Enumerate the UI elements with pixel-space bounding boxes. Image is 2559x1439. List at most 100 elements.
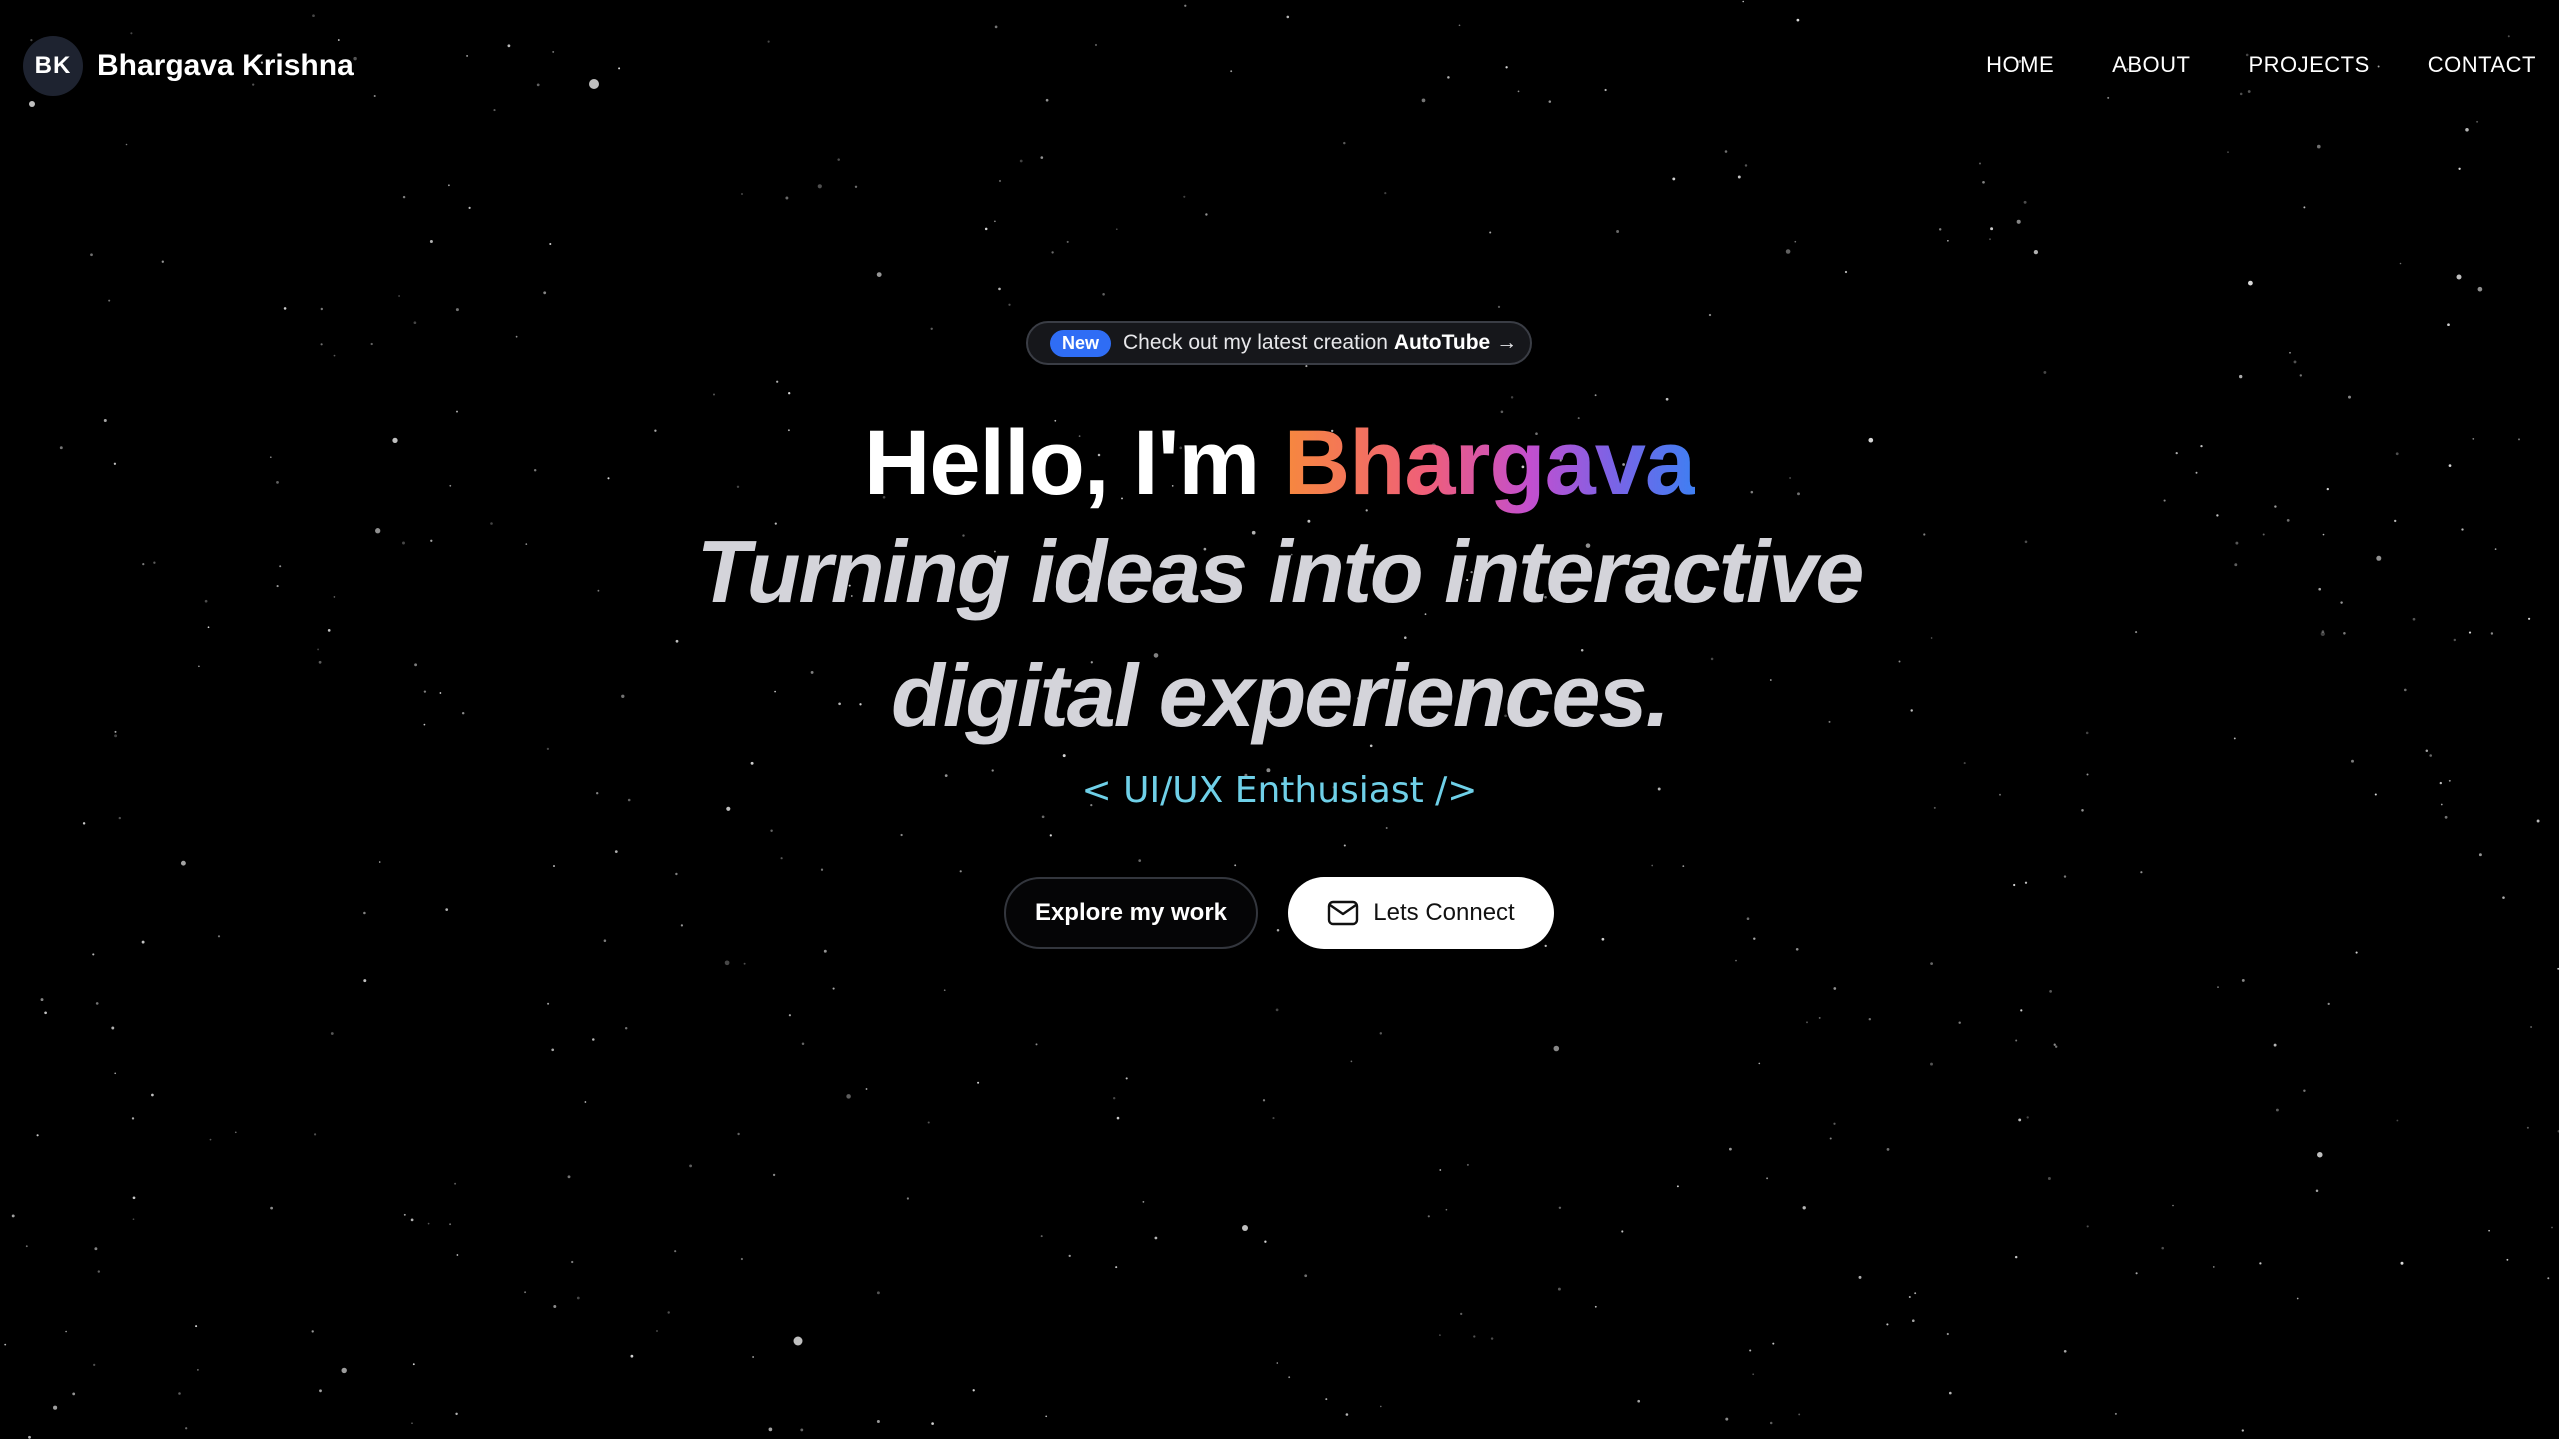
nav-link-about[interactable]: ABOUT: [2112, 52, 2190, 78]
star: [2086, 1225, 2089, 1228]
star: [2140, 871, 2143, 874]
star: [1833, 1122, 1836, 1125]
brand-name: Bhargava Krishna: [97, 49, 354, 82]
star: [1621, 1230, 1624, 1233]
star: [398, 295, 401, 297]
star: [1379, 1032, 1383, 1035]
lets-connect-button[interactable]: Lets Connect: [1288, 877, 1554, 949]
explore-work-button[interactable]: Explore my work: [1004, 877, 1258, 949]
star: [1288, 1376, 1291, 1379]
star: [2502, 896, 2505, 899]
star: [785, 196, 789, 200]
star: [131, 1117, 135, 1120]
star: [1886, 1148, 1890, 1151]
star: [876, 1291, 880, 1295]
star: [603, 939, 607, 942]
star: [1115, 228, 1118, 231]
star: [1946, 1332, 1949, 1336]
star: [959, 870, 962, 873]
star: [1752, 1373, 1755, 1376]
star: [2055, 1045, 2058, 1048]
star: [217, 935, 221, 938]
star: [865, 1088, 868, 1090]
star: [1305, 365, 1308, 368]
star: [370, 342, 373, 346]
star: [2444, 815, 2448, 819]
star: [2024, 881, 2028, 884]
star: [2478, 853, 2482, 857]
star: [2348, 395, 2351, 399]
star: [817, 184, 822, 189]
star: [1948, 1391, 1952, 1395]
star: [2063, 875, 2067, 878]
star: [1616, 230, 1620, 233]
star: [1947, 239, 1949, 242]
star: [1384, 192, 1387, 195]
star: [788, 392, 791, 395]
star: [2063, 1349, 2067, 1353]
star: [1725, 1417, 1729, 1421]
star: [1601, 937, 1605, 941]
star: [1343, 141, 1346, 145]
star: [2273, 1043, 2277, 1047]
star: [151, 1093, 154, 1097]
navbar: BK Bhargava Krishna HOME ABOUT PROJECTS …: [0, 0, 2559, 134]
star: [977, 1081, 980, 1084]
star: [994, 220, 996, 223]
star: [1735, 959, 1737, 962]
star: [82, 822, 86, 825]
star: [788, 1014, 791, 1017]
star: [740, 1257, 743, 1261]
star: [72, 1392, 76, 1396]
star: [1829, 1137, 1832, 1140]
star: [772, 1173, 776, 1177]
nav-link-contact[interactable]: CONTACT: [2428, 52, 2536, 78]
nav-link-home[interactable]: HOME: [1986, 52, 2054, 78]
star: [1142, 1200, 1145, 1203]
nav-links: HOME ABOUT PROJECTS CONTACT: [1986, 52, 2536, 78]
star: [1558, 1206, 1562, 1210]
star: [1276, 1362, 1279, 1364]
star: [1035, 1043, 1038, 1046]
star: [2135, 1272, 2138, 1275]
star: [2217, 986, 2219, 989]
star: [1958, 1021, 1961, 1024]
star: [234, 1131, 237, 1134]
star: [1473, 1335, 1476, 1338]
announcement-pill[interactable]: New Check out my latest creation AutoTub…: [1026, 321, 1532, 365]
avatar: BK: [23, 36, 83, 96]
star: [468, 206, 471, 209]
star: [1594, 394, 1597, 397]
star: [1385, 827, 1388, 829]
star: [1445, 1208, 1448, 1211]
star: [2551, 1226, 2553, 1229]
page: BK Bhargava Krishna HOME ABOUT PROJECTS …: [0, 0, 2559, 1439]
star: [25, 1245, 28, 1248]
star: [551, 1048, 555, 1052]
star: [624, 1026, 628, 1030]
star: [2530, 1026, 2533, 1028]
star: [411, 1422, 413, 1425]
star: [1729, 1147, 1732, 1151]
star: [270, 1206, 273, 1210]
star: [553, 1305, 557, 1308]
star: [330, 1032, 334, 1035]
star: [576, 1296, 580, 1300]
star: [543, 291, 547, 295]
star: [1676, 1185, 1679, 1188]
greeting-text: Hello, I'm: [863, 412, 1284, 514]
star: [2299, 374, 2302, 377]
star: [1785, 249, 1791, 254]
star: [65, 1330, 67, 1333]
star: [571, 1260, 574, 1264]
star: [743, 962, 746, 965]
star: [2018, 1118, 2022, 1122]
hero-name: Bhargava: [1283, 412, 1696, 514]
star: [2016, 219, 2021, 224]
nav-link-projects[interactable]: PROJECTS: [2248, 52, 2369, 78]
star: [930, 327, 933, 330]
star: [614, 850, 618, 853]
brand[interactable]: BK Bhargava Krishna: [23, 36, 354, 96]
hero-headline: Hello, I'm Bhargava: [0, 408, 2559, 518]
star: [1708, 313, 1712, 317]
